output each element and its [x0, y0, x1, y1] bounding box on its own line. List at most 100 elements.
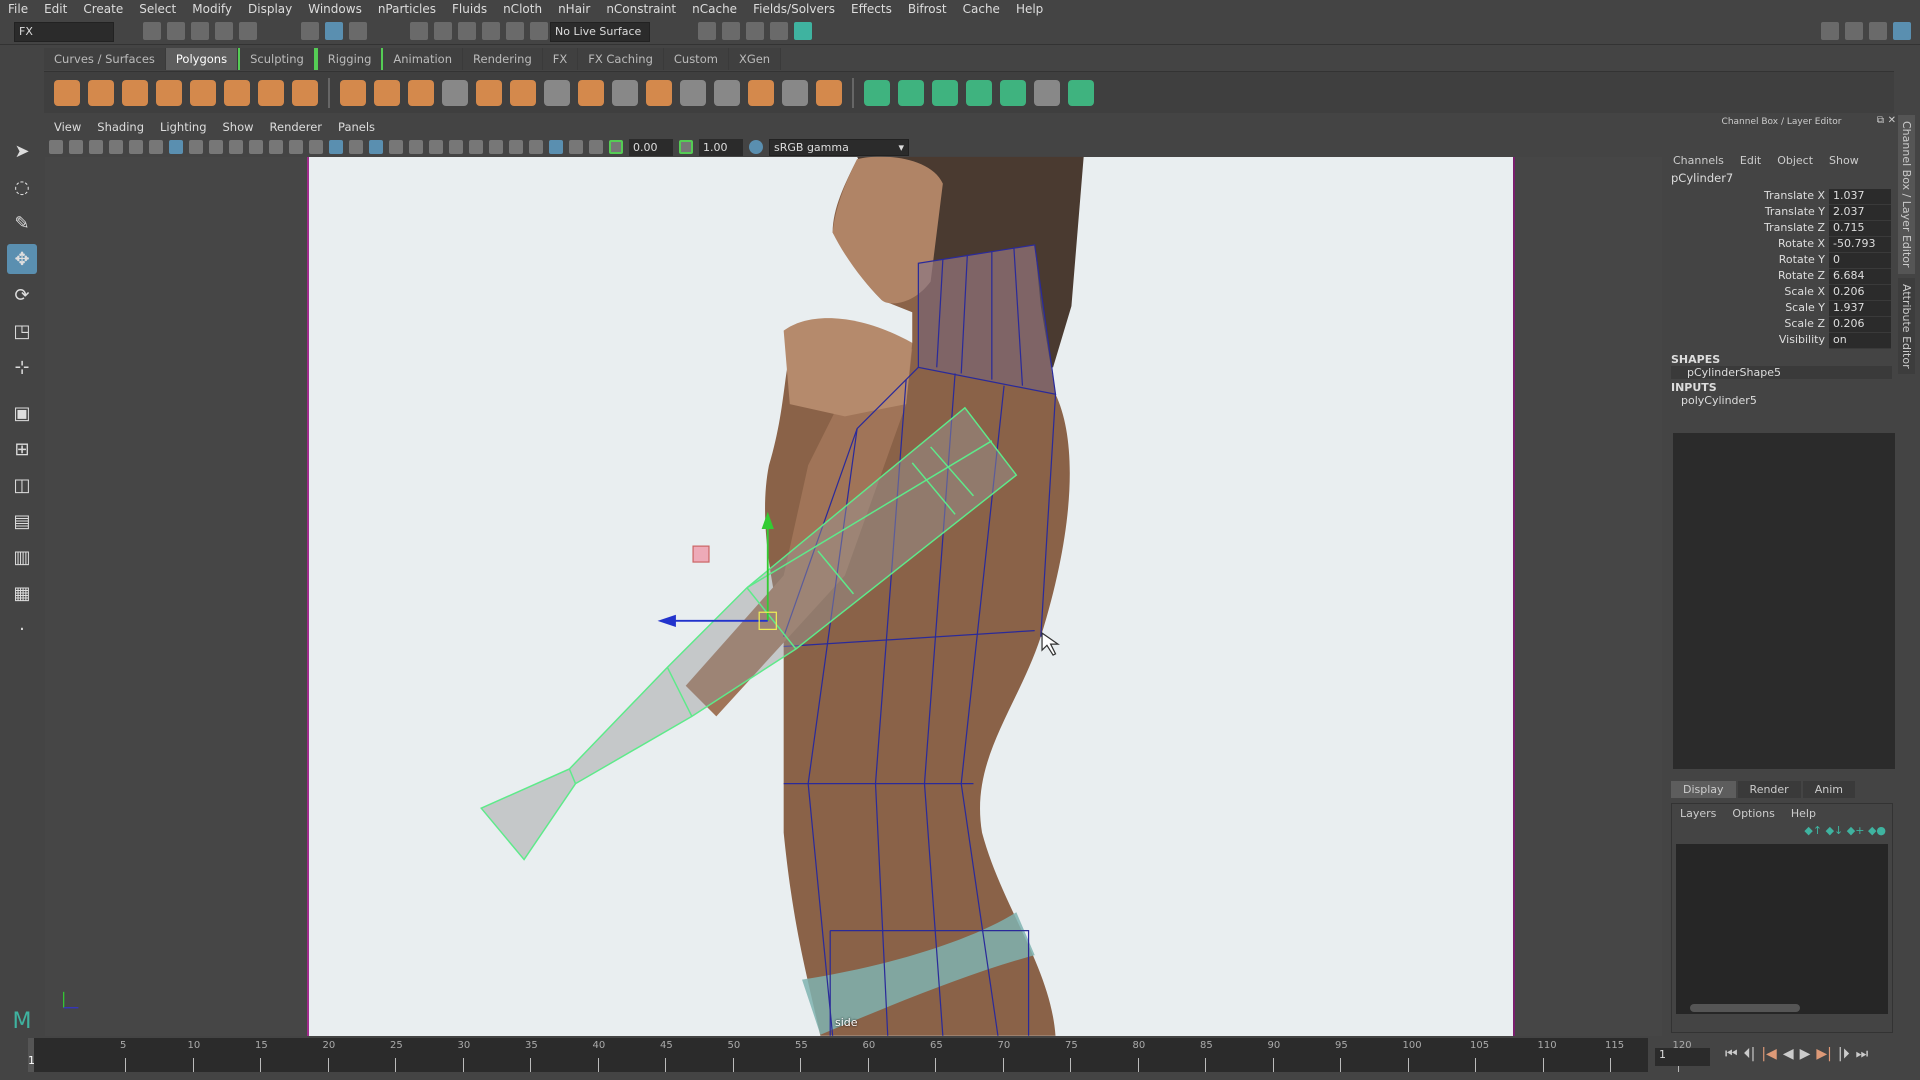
layout-more-icon[interactable]: ·	[7, 614, 37, 644]
gamma-icon[interactable]	[679, 140, 693, 154]
new-layer-selected-icon[interactable]: ◆●	[1868, 824, 1886, 837]
tab-animation[interactable]: Animation	[383, 48, 464, 70]
attribute-value[interactable]: 1.937	[1829, 301, 1891, 317]
quad-draw-icon[interactable]	[782, 79, 808, 106]
bevel-icon[interactable]	[476, 79, 502, 106]
tab-channel-box[interactable]: Channel Box / Layer Editor	[1898, 115, 1915, 274]
panel-menu-shading[interactable]: Shading	[89, 118, 152, 136]
menu-effects[interactable]: Effects	[843, 0, 900, 18]
open-scene-icon[interactable]	[167, 22, 185, 40]
poly-sphere-icon[interactable]	[54, 79, 80, 106]
attribute-value[interactable]: -50.793	[1829, 237, 1891, 253]
attribute-row[interactable]: Rotate Z 6.684	[1665, 269, 1898, 285]
move-layer-up-icon[interactable]: ◆↑	[1804, 824, 1822, 837]
ipr-render-icon[interactable]	[746, 22, 764, 40]
2d-pan-zoom-icon[interactable]	[129, 140, 143, 154]
new-scene-icon[interactable]	[143, 22, 161, 40]
new-layer-icon[interactable]: ◆+	[1847, 824, 1865, 837]
play-forward-icon[interactable]: ▶	[1800, 1046, 1811, 1062]
motion-blur-icon[interactable]	[469, 140, 483, 154]
channel-box-menu-channels[interactable]: Channels	[1665, 151, 1732, 171]
grease-pencil-icon[interactable]	[149, 140, 163, 154]
uv-planar-icon[interactable]	[864, 79, 890, 106]
tab-layer-display[interactable]: Display	[1671, 781, 1736, 798]
fill-hole-icon[interactable]	[646, 79, 672, 106]
layer-menu-help[interactable]: Help	[1783, 804, 1824, 824]
view-transform-dropdown[interactable]: sRGB gamma ▾	[769, 138, 909, 156]
safe-action-icon[interactable]	[269, 140, 283, 154]
attribute-row[interactable]: Rotate X -50.793	[1665, 237, 1898, 253]
separate-icon[interactable]	[374, 79, 400, 106]
poly-cone-icon[interactable]	[156, 79, 182, 106]
textured-icon[interactable]	[349, 140, 363, 154]
panel-menu-lighting[interactable]: Lighting	[152, 118, 214, 136]
attribute-row[interactable]: Translate Z 0.715	[1665, 221, 1898, 237]
snap-view-icon[interactable]	[482, 22, 501, 40]
step-back-icon[interactable]: ⏴|	[1744, 1046, 1756, 1062]
render-frame-icon[interactable]	[722, 22, 740, 40]
uv-spherical-icon[interactable]	[932, 79, 958, 106]
channel-box-menu-show[interactable]: Show	[1821, 151, 1867, 171]
uv-automatic-icon[interactable]	[966, 79, 992, 106]
attribute-row[interactable]: Rotate Y 0	[1665, 253, 1898, 269]
step-forward-icon[interactable]: |⏵	[1838, 1046, 1850, 1062]
redo-icon[interactable]	[239, 22, 257, 40]
poly-pipe-icon[interactable]	[292, 79, 318, 106]
snap-grid-icon[interactable]	[410, 22, 429, 40]
menu-fieldssolvers[interactable]: Fields/Solvers	[745, 0, 843, 18]
paint-select-icon[interactable]: ✎	[7, 208, 37, 238]
menu-windows[interactable]: Windows	[300, 0, 370, 18]
merge-icon[interactable]	[612, 79, 638, 106]
shape-node[interactable]: pCylinderShape5	[1671, 366, 1892, 379]
lights-icon[interactable]	[409, 140, 423, 154]
four-pane-layout-icon[interactable]: ⊞	[7, 434, 37, 464]
live-surface-field[interactable]: No Live Surface	[550, 22, 650, 42]
poly-cube-icon[interactable]	[88, 79, 114, 106]
attribute-value[interactable]: 0.715	[1829, 221, 1891, 237]
snap-curve-icon[interactable]	[434, 22, 453, 40]
attribute-row[interactable]: Scale X 0.206	[1665, 285, 1898, 301]
tab-fx[interactable]: FX	[542, 48, 579, 70]
tab-fxcaching[interactable]: FX Caching	[578, 48, 664, 70]
tab-rigging[interactable]: Rigging	[315, 48, 384, 70]
menu-select[interactable]: Select	[131, 0, 184, 18]
panel-menu-view[interactable]: View	[46, 118, 89, 136]
snap-surface-icon[interactable]	[506, 22, 525, 40]
outliner-layout-icon[interactable]: ▤	[7, 506, 37, 536]
channel-box-icon[interactable]	[1893, 22, 1911, 40]
target-weld-icon[interactable]	[748, 79, 774, 106]
render-settings-icon[interactable]	[770, 22, 788, 40]
graph-layout-icon[interactable]: ▥	[7, 542, 37, 572]
xray-active-icon[interactable]	[569, 140, 583, 154]
attribute-row[interactable]: Translate X 1.037	[1665, 189, 1898, 205]
poly-pyramid-icon[interactable]	[258, 79, 284, 106]
tab-layer-anim[interactable]: Anim	[1802, 781, 1855, 798]
attribute-value[interactable]: 0.206	[1829, 317, 1891, 333]
tab-attribute-editor[interactable]: Attribute Editor	[1898, 277, 1915, 375]
menu-display[interactable]: Display	[240, 0, 300, 18]
menu-ncache[interactable]: nCache	[684, 0, 745, 18]
poly-cylinder-icon[interactable]	[122, 79, 148, 106]
tool-settings-icon[interactable]	[1869, 22, 1887, 40]
offset-edge-loop-icon[interactable]	[714, 79, 740, 106]
save-scene-icon[interactable]	[191, 22, 209, 40]
bookmark-icon[interactable]	[89, 140, 103, 154]
modeling-toolkit-icon[interactable]	[1821, 22, 1839, 40]
wireframe-icon[interactable]	[309, 140, 323, 154]
hypershade-icon[interactable]	[794, 22, 812, 40]
select-hierarchy-icon[interactable]	[300, 22, 319, 40]
tab-custom[interactable]: Custom	[663, 48, 729, 70]
film-gate-icon[interactable]	[189, 140, 203, 154]
ambient-occlusion-icon[interactable]	[449, 140, 463, 154]
select-component-icon[interactable]	[348, 22, 367, 40]
menu-bifrost[interactable]: Bifrost	[900, 0, 955, 18]
undo-icon[interactable]	[215, 22, 233, 40]
horizontal-scrollbar[interactable]	[1690, 1004, 1800, 1012]
show-manipulator-icon[interactable]: ⊹	[7, 352, 37, 382]
go-to-start-icon[interactable]: ⏮	[1725, 1046, 1738, 1062]
append-icon[interactable]	[816, 79, 842, 106]
layer-menu-options[interactable]: Options	[1724, 804, 1782, 824]
magnet-icon[interactable]	[530, 22, 549, 40]
camera-attributes-icon[interactable]	[69, 140, 83, 154]
move-layer-down-icon[interactable]: ◆↓	[1826, 824, 1844, 837]
